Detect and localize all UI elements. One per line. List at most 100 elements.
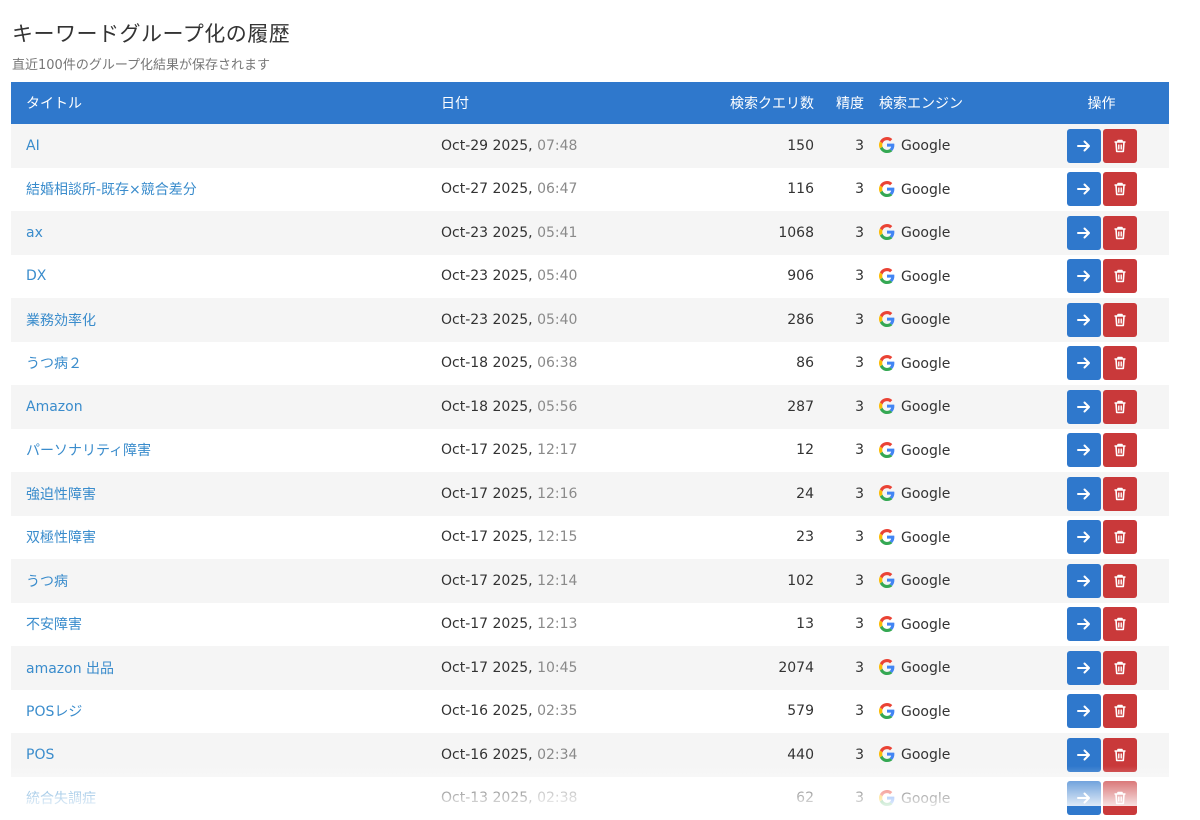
column-header-engine[interactable]: 検索エンジン <box>864 82 1034 124</box>
delete-button[interactable] <box>1103 564 1137 598</box>
open-button[interactable] <box>1067 259 1101 293</box>
row-date-cell: Oct-23 2025, 05:40 <box>441 298 671 342</box>
row-engine-name: Google <box>901 486 950 502</box>
row-time: 12:15 <box>537 529 577 545</box>
google-icon <box>879 659 895 675</box>
row-title-link[interactable]: 強迫性障害 <box>26 487 96 503</box>
row-title-link[interactable]: POSレジ <box>26 704 82 720</box>
open-button[interactable] <box>1067 346 1101 380</box>
open-button[interactable] <box>1067 390 1101 424</box>
column-header-title[interactable]: タイトル <box>11 82 441 124</box>
open-button[interactable] <box>1067 607 1101 641</box>
row-actions-cell <box>1034 690 1169 734</box>
row-query-count: 2074 <box>671 646 814 690</box>
row-title-link[interactable]: 不安障害 <box>26 617 82 633</box>
table-header-row: タイトル 日付 検索クエリ数 精度 検索エンジン 操作 <box>11 82 1169 124</box>
row-time: 07:48 <box>537 138 577 154</box>
open-button[interactable] <box>1067 129 1101 163</box>
row-actions-cell <box>1034 516 1169 560</box>
row-title-link[interactable]: うつ病２ <box>26 356 82 372</box>
delete-button[interactable] <box>1103 259 1137 293</box>
row-time: 05:40 <box>537 312 577 328</box>
row-title-link[interactable]: 結婚相談所-既存×競合差分 <box>26 182 197 198</box>
row-precision: 3 <box>814 690 864 734</box>
row-precision: 3 <box>814 429 864 473</box>
row-query-count: 150 <box>671 124 814 168</box>
delete-button[interactable] <box>1103 781 1137 815</box>
table-row: axOct-23 2025, 05:4110683Google <box>11 211 1169 255</box>
row-date-cell: Oct-27 2025, 06:47 <box>441 168 671 212</box>
open-button[interactable] <box>1067 694 1101 728</box>
row-engine-cell: Google <box>864 168 1034 212</box>
row-title-link[interactable]: 双極性障害 <box>26 530 96 546</box>
row-title-link[interactable]: amazon 出品 <box>26 661 114 677</box>
row-title-link[interactable]: AI <box>26 138 40 154</box>
delete-button[interactable] <box>1103 651 1137 685</box>
open-button[interactable] <box>1067 564 1101 598</box>
row-engine-name: Google <box>901 530 950 546</box>
delete-button[interactable] <box>1103 216 1137 250</box>
open-button[interactable] <box>1067 738 1101 772</box>
row-precision: 3 <box>814 168 864 212</box>
open-button[interactable] <box>1067 651 1101 685</box>
row-date-cell: Oct-17 2025, 12:13 <box>441 603 671 647</box>
open-button[interactable] <box>1067 433 1101 467</box>
delete-button[interactable] <box>1103 172 1137 206</box>
google-icon <box>879 355 895 371</box>
row-date: Oct-13 2025, <box>441 790 533 806</box>
table-row: amazon 出品Oct-17 2025, 10:4520743Google <box>11 646 1169 690</box>
row-title-link[interactable]: ax <box>26 225 43 241</box>
open-button[interactable] <box>1067 172 1101 206</box>
column-header-query-count[interactable]: 検索クエリ数 <box>671 82 814 124</box>
row-title-link[interactable]: Amazon <box>26 399 83 415</box>
row-date-cell: Oct-17 2025, 10:45 <box>441 646 671 690</box>
row-title-link[interactable]: DX <box>26 268 46 284</box>
google-icon <box>879 616 895 632</box>
row-date: Oct-16 2025, <box>441 747 533 763</box>
open-button[interactable] <box>1067 520 1101 554</box>
row-engine-name: Google <box>901 312 950 328</box>
row-title-link[interactable]: うつ病 <box>26 574 68 590</box>
row-title-link[interactable]: パーソナリティ障害 <box>26 443 151 459</box>
row-engine-cell: Google <box>864 559 1034 603</box>
row-time: 02:35 <box>537 703 577 719</box>
delete-button[interactable] <box>1103 346 1137 380</box>
row-actions-cell <box>1034 385 1169 429</box>
table-row: POSOct-16 2025, 02:344403Google <box>11 733 1169 777</box>
delete-button[interactable] <box>1103 607 1137 641</box>
row-query-count: 86 <box>671 342 814 386</box>
row-engine-name: Google <box>901 138 950 154</box>
row-title-link[interactable]: POS <box>26 747 54 763</box>
row-time: 05:56 <box>537 399 577 415</box>
delete-button[interactable] <box>1103 477 1137 511</box>
row-time: 12:16 <box>537 486 577 502</box>
row-time: 12:14 <box>537 573 577 589</box>
row-title-cell: POS <box>11 733 441 777</box>
delete-button[interactable] <box>1103 129 1137 163</box>
row-engine-cell: Google <box>864 298 1034 342</box>
row-precision: 3 <box>814 733 864 777</box>
table-row: 業務効率化Oct-23 2025, 05:402863Google <box>11 298 1169 342</box>
column-header-precision[interactable]: 精度 <box>814 82 864 124</box>
row-date: Oct-17 2025, <box>441 573 533 589</box>
row-date-cell: Oct-23 2025, 05:41 <box>441 211 671 255</box>
delete-button[interactable] <box>1103 520 1137 554</box>
delete-button[interactable] <box>1103 694 1137 728</box>
delete-button[interactable] <box>1103 738 1137 772</box>
row-query-count: 24 <box>671 472 814 516</box>
row-title-link[interactable]: 統合失調症 <box>26 791 96 807</box>
row-title-cell: 統合失調症 <box>11 777 441 820</box>
row-engine-name: Google <box>901 660 950 676</box>
row-time: 12:13 <box>537 616 577 632</box>
row-title-cell: POSレジ <box>11 690 441 734</box>
open-button[interactable] <box>1067 303 1101 337</box>
row-title-link[interactable]: 業務効率化 <box>26 313 96 329</box>
delete-button[interactable] <box>1103 303 1137 337</box>
open-button[interactable] <box>1067 216 1101 250</box>
open-button[interactable] <box>1067 781 1101 815</box>
delete-button[interactable] <box>1103 433 1137 467</box>
open-button[interactable] <box>1067 477 1101 511</box>
delete-button[interactable] <box>1103 390 1137 424</box>
column-header-date[interactable]: 日付 <box>441 82 671 124</box>
column-header-actions: 操作 <box>1034 82 1169 124</box>
